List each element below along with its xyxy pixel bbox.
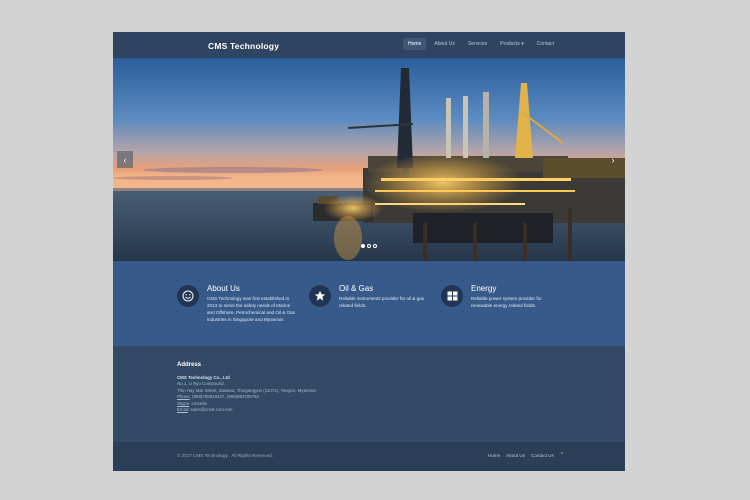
feature-title[interactable]: About Us	[207, 284, 240, 293]
footer-link-home[interactable]: Home	[488, 453, 500, 458]
feature-text: CMS Technology was first established in …	[207, 296, 296, 323]
nav-item-services[interactable]: Services	[463, 38, 492, 50]
slider-prev-button[interactable]: ‹	[117, 151, 133, 168]
phone-label: Phone	[177, 394, 190, 400]
footer-link-about-us[interactable]: About Us	[506, 453, 525, 458]
copyright-text: © 2017 CMS Technology . All Rights Reser…	[177, 453, 273, 458]
slider-dot-2[interactable]	[367, 244, 371, 248]
nav-item-contact[interactable]: Contact	[532, 38, 559, 50]
website-frame: CMS Technology Home About Us Services Pr…	[113, 32, 625, 471]
feature-text: Reliable instruments provider for oil & …	[339, 296, 425, 309]
site-header: CMS Technology Home About Us Services Pr…	[113, 32, 625, 58]
scroll-top-icon[interactable]: ⌃	[560, 452, 564, 458]
slider-pagination	[361, 244, 377, 248]
email-line: Email: sales@cmst.com.mm	[177, 407, 397, 413]
nav-item-products[interactable]: Products ▾	[495, 38, 529, 50]
feature-title[interactable]: Oil & Gas	[339, 284, 373, 293]
email-label: Email	[177, 407, 188, 413]
address-heading: Address	[177, 362, 202, 368]
nav-item-home[interactable]: Home	[403, 38, 427, 50]
skype-label: Skype	[177, 400, 190, 406]
nav-item-about-us[interactable]: About Us	[429, 38, 460, 50]
footer-link-contact-us[interactable]: Contact Us	[531, 453, 554, 458]
main-nav: Home About Us Services Products ▾ Contac…	[403, 38, 559, 50]
email-value[interactable]: : sales@cmst.com.mm	[188, 407, 232, 412]
feature-text: Reliable power system provider for renew…	[471, 296, 542, 309]
footer-nav: Home About Us Contact Us ⌃	[488, 452, 564, 458]
hero-image-offshore-platform	[113, 58, 625, 261]
address-block: CMS Technology Co., Ltd No.1, U Nyo Comp…	[177, 375, 397, 413]
smiley-icon	[177, 285, 199, 307]
skype-value: : cmsedn	[189, 400, 208, 406]
phone-value: : (959)795810427, (959)962705762	[189, 394, 260, 400]
slider-next-button[interactable]: ›	[605, 151, 621, 168]
features-section: About Us CMS Technology was first establ…	[113, 261, 625, 346]
footer-address-section: Address CMS Technology Co., Ltd No.1, U …	[113, 346, 625, 442]
hero-slider: ‹ ›	[113, 58, 625, 261]
star-icon	[309, 285, 331, 307]
feature-title[interactable]: Energy	[471, 284, 496, 293]
site-brand[interactable]: CMS Technology	[208, 41, 279, 51]
slider-dot-3[interactable]	[373, 244, 377, 248]
slider-dot-1[interactable]	[361, 244, 365, 248]
footer-bottom-bar: © 2017 CMS Technology . All Rights Reser…	[113, 442, 625, 471]
grid-icon	[441, 285, 463, 307]
